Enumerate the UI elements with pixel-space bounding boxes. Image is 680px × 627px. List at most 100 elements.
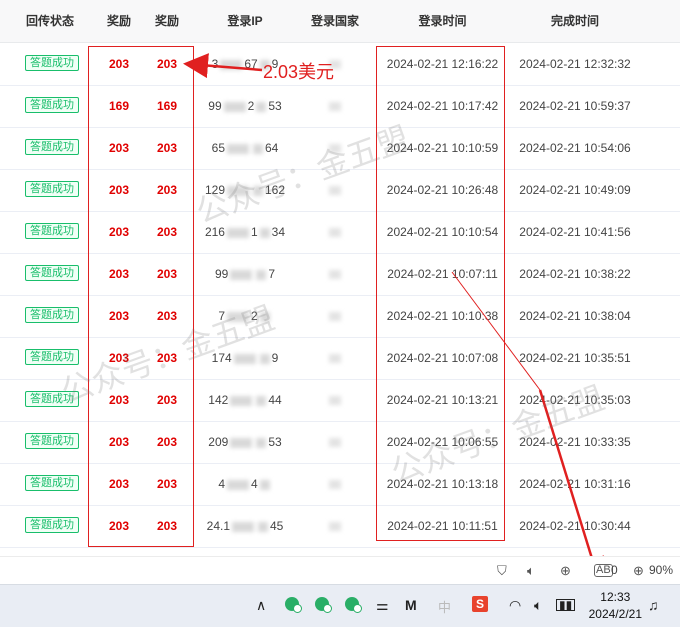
done-time-cell: 2024-02-21 10:35:51 [519,351,631,365]
reward-cell: 203 [156,57,178,71]
header-reward-2: 奖励 [154,14,179,28]
results-table: 回传状态 奖励 奖励 登录IP 登录国家 登录时间 完成时间 答题成功 203 20… [0,0,680,548]
adblock-icon[interactable]: AB [594,564,613,577]
shield-icon[interactable]: ⛉ [497,563,507,579]
extension-count: 0 [611,563,618,577]
ip-part: 53 [268,435,282,449]
login-country-cell [295,295,375,337]
reward-cell: 203 [108,141,130,155]
header-done-time: 完成时间 [550,14,599,28]
reward-cell: 203 [108,267,130,281]
ip-part: 129 [204,183,225,197]
status-badge: 答题成功 [25,181,79,197]
ip-part: 3 [211,57,219,71]
reward-cell: 203 [156,267,178,281]
login-ip-cell: 99 2 53 [195,85,295,127]
login-country-cell [295,337,375,379]
login-time-cell: 2024-02-21 10:10:38 [386,309,499,323]
wechat-icon[interactable] [345,597,362,613]
login-time-cell: 2024-02-21 10:07:08 [386,351,499,365]
ime-indicator[interactable]: 中 [438,597,451,616]
table-row: 答题成功 203 203 129 162 2024-02-21 10:26:48 2024-… [0,169,680,212]
ip-part: 99 [214,267,229,281]
browser-status-bar: ⛉ 🔈︎ ⊕ AB 0 ⊕ 90% [0,556,680,585]
ip-part: 99 [208,99,222,113]
done-time-cell: 2024-02-21 10:31:16 [519,477,631,491]
login-time-cell: 2024-02-21 10:13:21 [386,393,499,407]
reward-cell: 203 [108,309,130,323]
redaction-blur [329,438,341,448]
status-badge: 答题成功 [25,433,79,449]
header-login-ip: 登录IP [227,14,263,28]
done-time-cell: 2024-02-21 10:30:44 [519,519,631,533]
ip-part: 7 [218,309,225,323]
status-badge: 答题成功 [25,55,79,71]
reward-cell: 203 [108,477,130,491]
app-m-icon[interactable]: M [405,597,417,613]
ip-part: 209 [208,435,229,449]
login-ip-cell: 142 44 [195,379,295,421]
wifi-icon[interactable]: ◠ [509,597,521,614]
login-time-cell: 2024-02-21 10:11:51 [387,519,498,533]
redaction-blur [230,437,253,448]
reward-cell: 203 [108,183,130,197]
reward-cell: 169 [156,99,178,113]
status-badge: 答题成功 [25,349,79,365]
wechat-icon[interactable] [285,597,302,613]
login-time-cell: 2024-02-21 10:17:42 [386,99,499,113]
login-country-cell [295,253,375,295]
redaction-blur [259,479,270,490]
redaction-blur [232,521,254,532]
reward-cell: 203 [156,519,178,533]
login-country-cell [295,379,375,421]
done-time-cell: 2024-02-21 10:59:37 [519,99,631,113]
annotation-label: 2.03美元 [263,62,335,82]
taskbar-clock[interactable]: 12:33 2024/2/21 [589,589,642,623]
ip-part: 44 [268,393,282,407]
chevron-up-icon[interactable]: ∧ [256,597,266,614]
table-row: 答题成功 203 203 99 7 2024-02-21 10:07:11 2024-02-… [0,253,680,296]
table-row: 答题成功 203 203 24.1 45 2024-02-21 10:11:51 2024-… [0,505,680,548]
wechat-icon[interactable] [315,597,332,613]
reward-cell: 203 [156,477,178,491]
redaction-blur [329,312,341,322]
status-badge: 答题成功 [25,517,79,533]
done-time-cell: 2024-02-21 10:38:22 [519,267,631,281]
done-time-cell: 2024-02-21 10:38:04 [519,309,631,323]
redaction-blur [329,354,341,364]
redaction-blur [329,186,341,196]
login-ip-cell: 174 9 [195,337,295,379]
reward-cell: 203 [108,57,130,71]
taskbar: ∧ ⚌ M 中 S ◠ 🔈︎ ▮▮ 12:33 2024/2/21 ♫ [0,584,680,627]
zoom-icon[interactable]: ⊕ [633,563,644,579]
status-badge: 答题成功 [25,391,79,407]
speaker-icon[interactable]: 🔈︎ [527,563,535,579]
sogou-icon[interactable]: S [472,596,488,612]
redaction-blur [256,269,267,280]
ip-part: 53 [268,99,282,113]
login-country-cell [295,505,375,547]
table-row: 答题成功 203 203 7 2 2024-02-21 10:10:38 2024-02-2… [0,295,680,338]
reward-cell: 203 [156,183,178,197]
done-time-cell: 2024-02-21 10:35:03 [519,393,631,407]
header-login-time: 登录时间 [418,14,467,28]
reward-cell: 203 [108,351,130,365]
notification-bell-icon[interactable]: ♫ [648,597,659,613]
redaction-blur [259,227,270,238]
redaction-blur [256,395,267,406]
login-country-cell [295,169,375,211]
redaction-blur [227,311,249,322]
redaction-blur [227,185,249,196]
zoom-level[interactable]: 90% [649,563,673,577]
done-time-cell: 2024-02-21 12:32:32 [519,57,631,71]
volume-icon[interactable]: 🔈︎ [534,597,542,614]
redaction-blur [259,353,270,364]
battery-icon[interactable]: ▮▮ [556,599,576,611]
extension-icon[interactable]: ⊕ [560,563,571,579]
ip-part: 142 [208,393,229,407]
sliders-icon[interactable]: ⚌ [376,597,389,614]
done-time-cell: 2024-02-21 10:33:35 [519,435,631,449]
redaction-blur [233,353,256,364]
reward-cell: 203 [156,309,178,323]
redaction-blur [227,479,249,490]
